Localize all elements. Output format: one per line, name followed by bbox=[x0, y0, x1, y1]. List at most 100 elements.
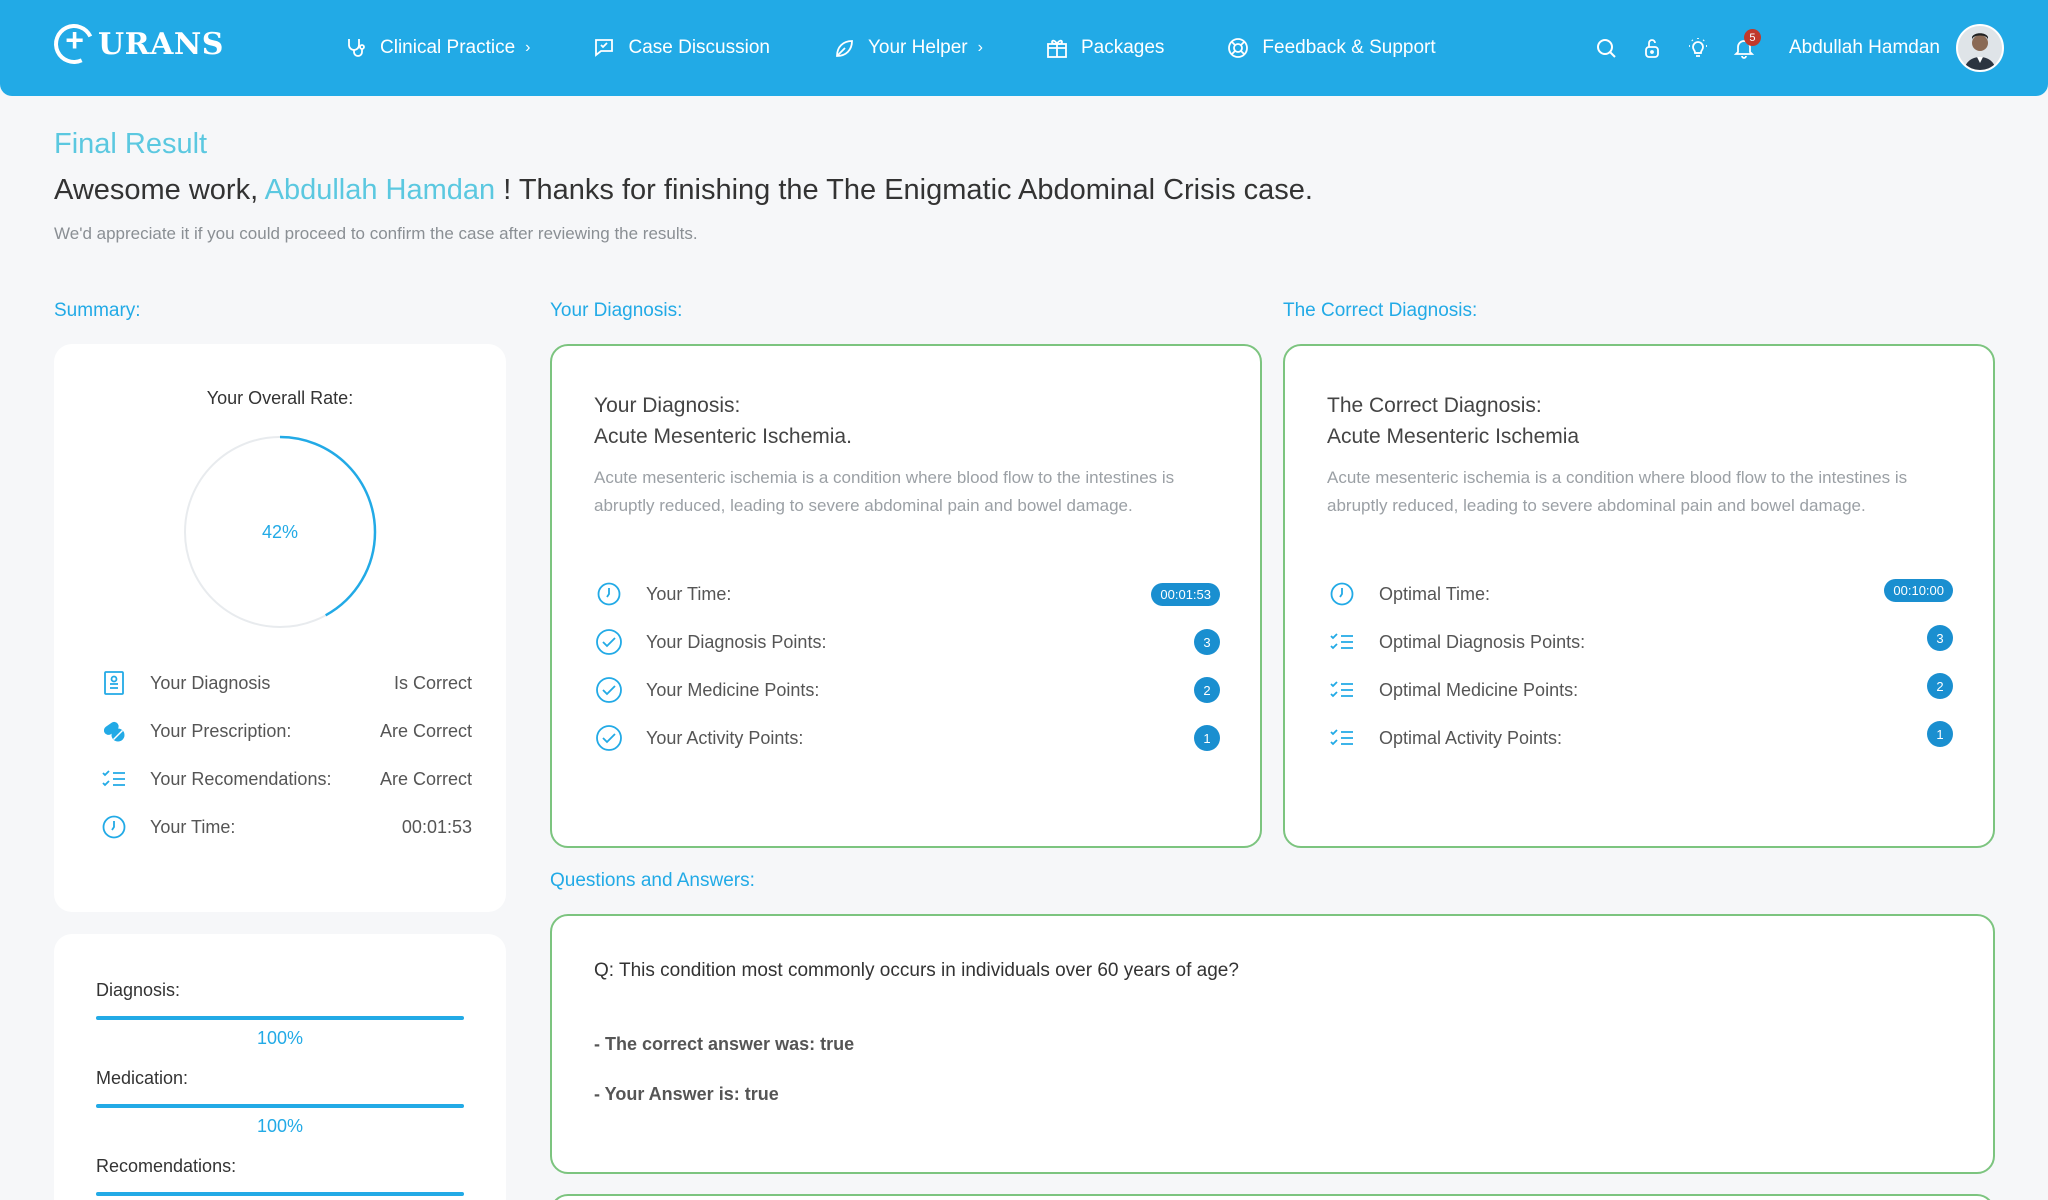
overall-rate-value: 42% bbox=[261, 521, 299, 542]
progress-bar-medication bbox=[96, 1104, 464, 1108]
diagnosis-description: Acute mesenteric ischemia is a condition… bbox=[594, 468, 1175, 515]
nav-your-helper[interactable]: Your Helper › bbox=[832, 36, 983, 60]
main-nav: Clinical Practice › Case Discussion Your… bbox=[344, 0, 1498, 96]
summary-row-prescription: Your Prescription: Are Correct bbox=[100, 716, 472, 746]
diagnosis-name: Acute Mesenteric Ischemia. bbox=[594, 425, 852, 448]
optimal-time-row: Optimal Time: 00:10:00 bbox=[1327, 574, 1953, 606]
diagnosis-title: The Correct Diagnosis: Acute Mesenteric … bbox=[1327, 390, 1579, 452]
diagnosis-title: Your Diagnosis: Acute Mesenteric Ischemi… bbox=[594, 390, 852, 452]
top-navbar: URANS Clinical Practice › Case Discussio… bbox=[0, 0, 2048, 96]
diagnosis-description: Acute mesenteric ischemia is a condition… bbox=[1327, 468, 1908, 515]
row-label: Optimal Diagnosis Points: bbox=[1379, 631, 1586, 652]
qa-label: Questions and Answers: bbox=[550, 870, 755, 891]
progress-label-recommendations: Recomendations: bbox=[96, 1156, 237, 1176]
nav-packages[interactable]: Packages bbox=[1045, 36, 1164, 60]
leaf-icon bbox=[836, 40, 853, 57]
time-badge: 00:01:53 bbox=[1151, 582, 1220, 606]
progress-fill bbox=[96, 1104, 464, 1108]
summary-row-recommendations: Your Recomendations: Are Correct bbox=[100, 764, 472, 794]
progress-bar-diagnosis bbox=[96, 1016, 464, 1020]
your-medicine-points-row: Your Medicine Points: 2 bbox=[594, 674, 1220, 706]
checklist-icon bbox=[1327, 723, 1357, 753]
your-diagnosis-card: Your Diagnosis: Acute Mesenteric Ischemi… bbox=[550, 344, 1262, 848]
correct-diagnosis-card: The Correct Diagnosis: Acute Mesenteric … bbox=[1283, 344, 1995, 848]
summary-row-label: Your Time: bbox=[150, 816, 236, 837]
qa-question: Q: This condition most commonly occurs i… bbox=[594, 960, 1239, 981]
nav-clinical-practice[interactable]: Clinical Practice › bbox=[344, 36, 530, 60]
progress-fill bbox=[96, 1016, 464, 1020]
overall-rate-label: Your Overall Rate: bbox=[206, 388, 354, 408]
clipboard-icon bbox=[100, 669, 128, 697]
urans-logo[interactable]: URANS bbox=[48, 18, 224, 70]
correct-diagnosis-label: The Correct Diagnosis: bbox=[1283, 300, 1478, 321]
check-circle-icon bbox=[594, 723, 624, 753]
greeting: Awesome work, Abdullah Hamdan ! Thanks f… bbox=[54, 174, 1313, 207]
lightbulb-icon[interactable] bbox=[1683, 33, 1713, 63]
nav-case-discussion[interactable]: Case Discussion bbox=[592, 36, 770, 60]
clock-icon bbox=[1327, 579, 1357, 609]
qa-card bbox=[550, 1194, 1995, 1200]
your-time-row: Your Time: 00:01:53 bbox=[594, 578, 1220, 610]
row-label: Your Activity Points: bbox=[646, 727, 804, 748]
check-circle-icon bbox=[594, 627, 624, 657]
summary-label: Summary: bbox=[54, 300, 141, 321]
greeting-prefix: Awesome work, bbox=[54, 174, 259, 206]
lifebuoy-icon bbox=[1228, 38, 1249, 58]
row-label: Optimal Activity Points: bbox=[1379, 727, 1563, 748]
row-label: Your Diagnosis Points: bbox=[646, 631, 827, 652]
chevron-right-icon: › bbox=[525, 39, 531, 56]
chevron-right-icon: › bbox=[977, 39, 983, 56]
summary-row-value: Is Correct bbox=[393, 672, 472, 693]
checklist-icon bbox=[100, 765, 128, 793]
progress-value-diagnosis: 100% bbox=[256, 1028, 304, 1048]
greeting-suffix: ! Thanks for finishing the The Enigmatic… bbox=[503, 174, 1313, 206]
row-label: Optimal Time: bbox=[1379, 583, 1491, 604]
progress-label-medication: Medication: bbox=[96, 1068, 189, 1088]
optimal-diagnosis-points-row: Optimal Diagnosis Points: 3 bbox=[1327, 622, 1953, 654]
optimal-activity-points-row: Optimal Activity Points: 1 bbox=[1327, 718, 1953, 750]
nav-label: Feedback & Support bbox=[1262, 37, 1436, 58]
summary-row-time: Your Time: 00:01:53 bbox=[100, 812, 472, 842]
progress-value-medication: 100% bbox=[256, 1116, 304, 1136]
user-name[interactable]: Abdullah Hamdan bbox=[1789, 37, 1940, 59]
row-label: Your Time: bbox=[646, 583, 732, 604]
progress-bar-recommendations bbox=[96, 1192, 464, 1196]
summary-row-diagnosis: Your Diagnosis Is Correct bbox=[100, 668, 472, 698]
optimal-medicine-points-row: Optimal Medicine Points: 2 bbox=[1327, 670, 1953, 702]
logo-mark-icon bbox=[48, 18, 100, 70]
summary-row-label: Your Recomendations: bbox=[150, 768, 332, 789]
your-diagnosis-label: Your Diagnosis: bbox=[550, 300, 683, 321]
time-badge: 00:10:00 bbox=[1884, 578, 1953, 602]
nav-label: Your Helper bbox=[867, 37, 968, 58]
nav-label: Clinical Practice bbox=[380, 37, 516, 58]
nav-actions: 5 Abdullah Hamdan bbox=[1575, 0, 2004, 96]
nav-feedback-support[interactable]: Feedback & Support bbox=[1226, 36, 1436, 60]
row-label: Optimal Medicine Points: bbox=[1379, 679, 1579, 700]
page-title: Final Result bbox=[54, 128, 208, 160]
summary-row-label: Your Diagnosis bbox=[150, 672, 271, 693]
your-diagnosis-points-row: Your Diagnosis Points: 3 bbox=[594, 626, 1220, 658]
search-icon[interactable] bbox=[1591, 33, 1621, 63]
pills-icon bbox=[100, 717, 128, 745]
summary-row-value: Are Correct bbox=[379, 720, 472, 741]
diagnosis-name: Acute Mesenteric Ischemia bbox=[1327, 425, 1580, 448]
points-badge: 3 bbox=[1927, 625, 1953, 651]
bell-icon[interactable]: 5 bbox=[1729, 29, 1761, 63]
summary-card: Your Overall Rate: 42% Your Diagnosis Is… bbox=[54, 344, 506, 912]
avatar[interactable] bbox=[1956, 24, 2004, 72]
lock-open-icon[interactable] bbox=[1637, 33, 1667, 63]
clock-icon bbox=[100, 813, 128, 841]
diagnosis-heading: The Correct Diagnosis: bbox=[1327, 394, 1542, 417]
row-label: Your Medicine Points: bbox=[646, 679, 820, 700]
progress-card: Diagnosis: 100% Medication: 100% Recomen… bbox=[54, 934, 506, 1200]
points-badge: 2 bbox=[1194, 677, 1220, 703]
qa-card: Q: This condition most commonly occurs i… bbox=[550, 914, 1995, 1174]
clock-icon bbox=[594, 579, 624, 609]
greeting-name: Abdullah Hamdan bbox=[264, 174, 496, 206]
progress-fill bbox=[96, 1192, 464, 1196]
check-circle-icon bbox=[594, 675, 624, 705]
notification-badge: 5 bbox=[1743, 29, 1761, 46]
qa-correct-answer: - The correct answer was: true bbox=[594, 1034, 855, 1054]
points-badge: 1 bbox=[1194, 725, 1220, 751]
logo-text: URANS bbox=[98, 26, 224, 62]
